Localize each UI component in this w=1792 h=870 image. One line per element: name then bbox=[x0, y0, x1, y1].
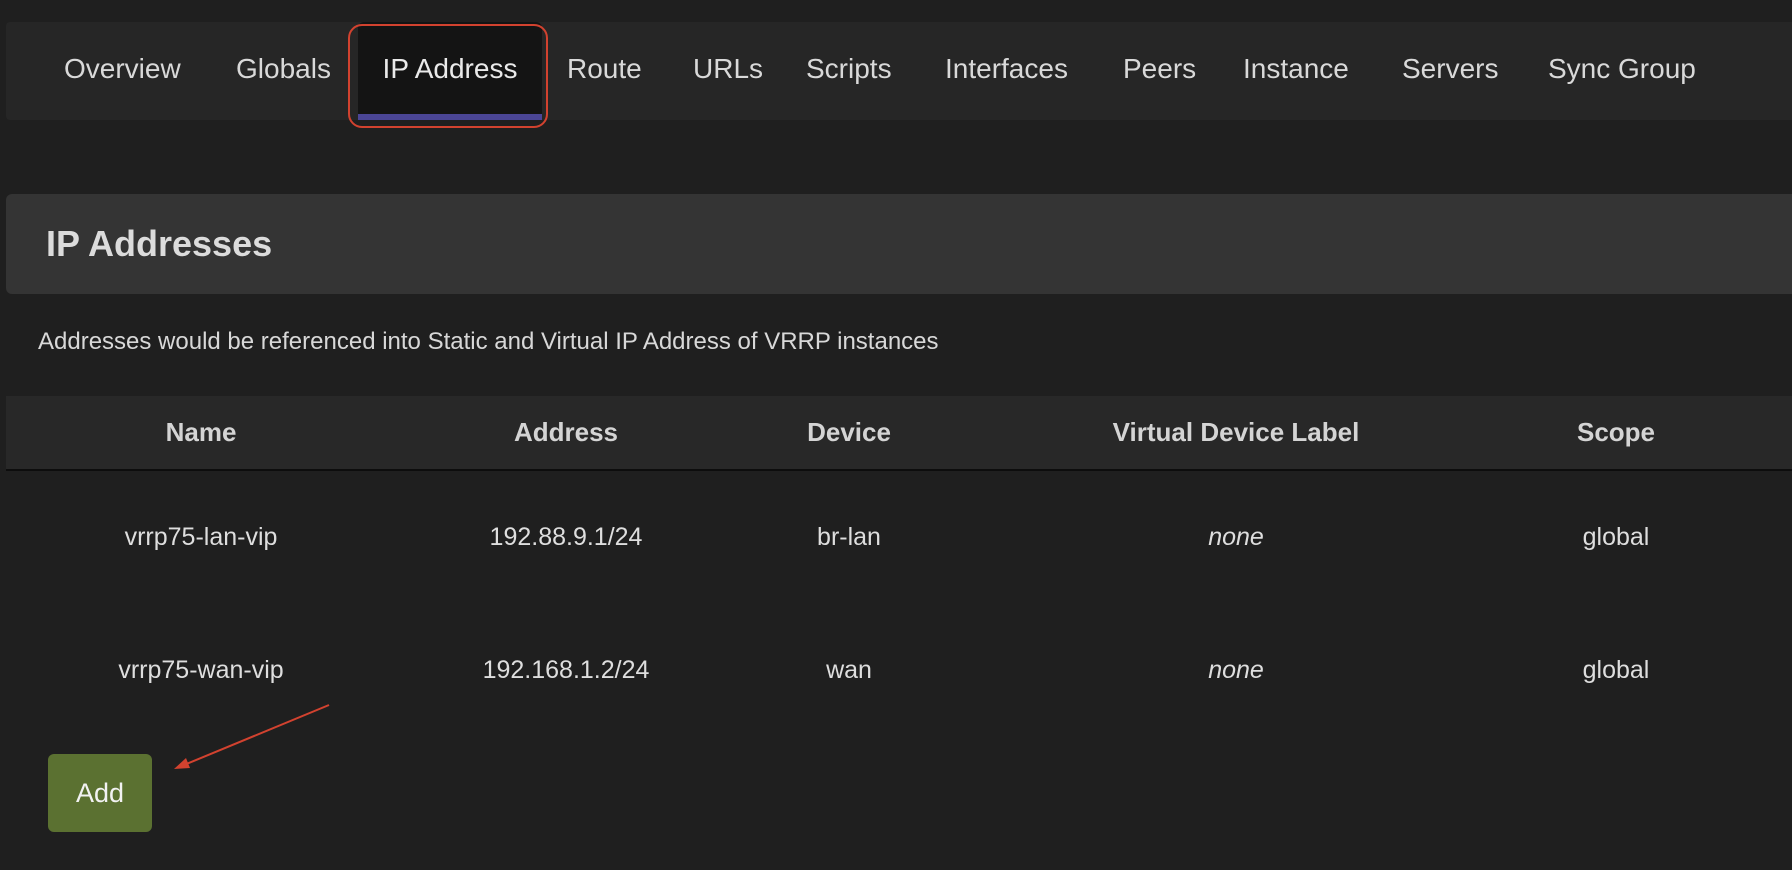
section-header: IP Addresses bbox=[6, 194, 1792, 294]
tab-servers[interactable]: Servers bbox=[1402, 22, 1498, 120]
tab-scripts[interactable]: Scripts bbox=[806, 22, 892, 120]
column-header-device: Device bbox=[807, 417, 891, 447]
cell-scope: global bbox=[1582, 523, 1650, 551]
cell-virtual-device-label: none bbox=[1208, 523, 1264, 551]
cell-scope: global bbox=[1582, 656, 1650, 684]
section-description: Addresses would be referenced into Stati… bbox=[38, 328, 939, 355]
tab-route[interactable]: Route bbox=[567, 22, 642, 120]
cell-device: br-lan bbox=[817, 523, 881, 551]
column-header-virtual-device-label: Virtual Device Label bbox=[1112, 417, 1360, 447]
add-button[interactable]: Add bbox=[48, 754, 152, 832]
cell-address: 192.88.9.1/24 bbox=[489, 523, 643, 551]
cell-address: 192.168.1.2/24 bbox=[482, 656, 650, 684]
tab-bar: Overview Globals IP Address Route URLs S… bbox=[6, 22, 1792, 120]
column-header-name: Name bbox=[165, 417, 237, 447]
table-row: vrrp75-wan-vip 192.168.1.2/24 wan none g… bbox=[6, 625, 1792, 715]
tab-instance[interactable]: Instance bbox=[1243, 22, 1349, 120]
column-header-address: Address bbox=[513, 417, 619, 447]
cell-device: wan bbox=[826, 656, 872, 684]
tab-globals[interactable]: Globals bbox=[236, 22, 331, 120]
page-title: IP Addresses bbox=[46, 223, 273, 264]
tab-peers[interactable]: Peers bbox=[1123, 22, 1196, 120]
table-header: Name Address Device Virtual Device Label… bbox=[6, 396, 1792, 471]
tab-ip-address[interactable]: IP Address bbox=[358, 22, 542, 120]
cell-name: vrrp75-wan-vip bbox=[118, 656, 284, 684]
tab-interfaces[interactable]: Interfaces bbox=[945, 22, 1068, 120]
cell-name: vrrp75-lan-vip bbox=[124, 523, 278, 551]
table-row: vrrp75-lan-vip 192.88.9.1/24 br-lan none… bbox=[6, 492, 1792, 582]
tab-urls[interactable]: URLs bbox=[693, 22, 763, 120]
column-header-scope: Scope bbox=[1576, 417, 1656, 447]
page: Overview Globals IP Address Route URLs S… bbox=[0, 0, 1792, 870]
tab-overview[interactable]: Overview bbox=[64, 22, 181, 120]
arrow-head bbox=[174, 758, 190, 769]
tab-sync-group[interactable]: Sync Group bbox=[1548, 22, 1696, 120]
cell-virtual-device-label: none bbox=[1208, 656, 1264, 684]
